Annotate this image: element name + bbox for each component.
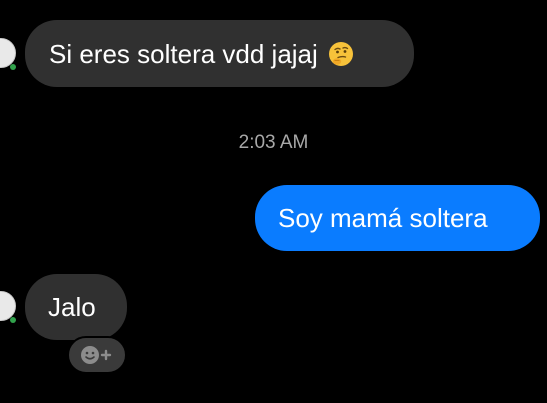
incoming-message-bubble[interactable]: Jalo bbox=[25, 274, 127, 340]
outgoing-message-bubble[interactable]: Soy mamá soltera bbox=[255, 185, 540, 251]
message-text: Jalo bbox=[48, 292, 96, 322]
add-reaction-icon bbox=[78, 344, 116, 366]
online-presence-dot bbox=[10, 64, 16, 70]
message-text: Soy mamá soltera bbox=[278, 203, 488, 233]
chat-screen: Si eres soltera vdd jajaj 2:03 AM Soy ma… bbox=[0, 0, 547, 403]
contact-avatar[interactable] bbox=[0, 291, 16, 323]
online-presence-dot bbox=[10, 317, 16, 323]
add-reaction-button[interactable] bbox=[67, 336, 127, 374]
message-text: Si eres soltera vdd jajaj bbox=[49, 38, 318, 69]
message-timestamp: 2:03 AM bbox=[238, 132, 309, 153]
incoming-message-bubble[interactable]: Si eres soltera vdd jajaj bbox=[25, 20, 414, 87]
contact-avatar[interactable] bbox=[0, 38, 16, 70]
thinking-face-emoji-icon bbox=[328, 41, 354, 67]
